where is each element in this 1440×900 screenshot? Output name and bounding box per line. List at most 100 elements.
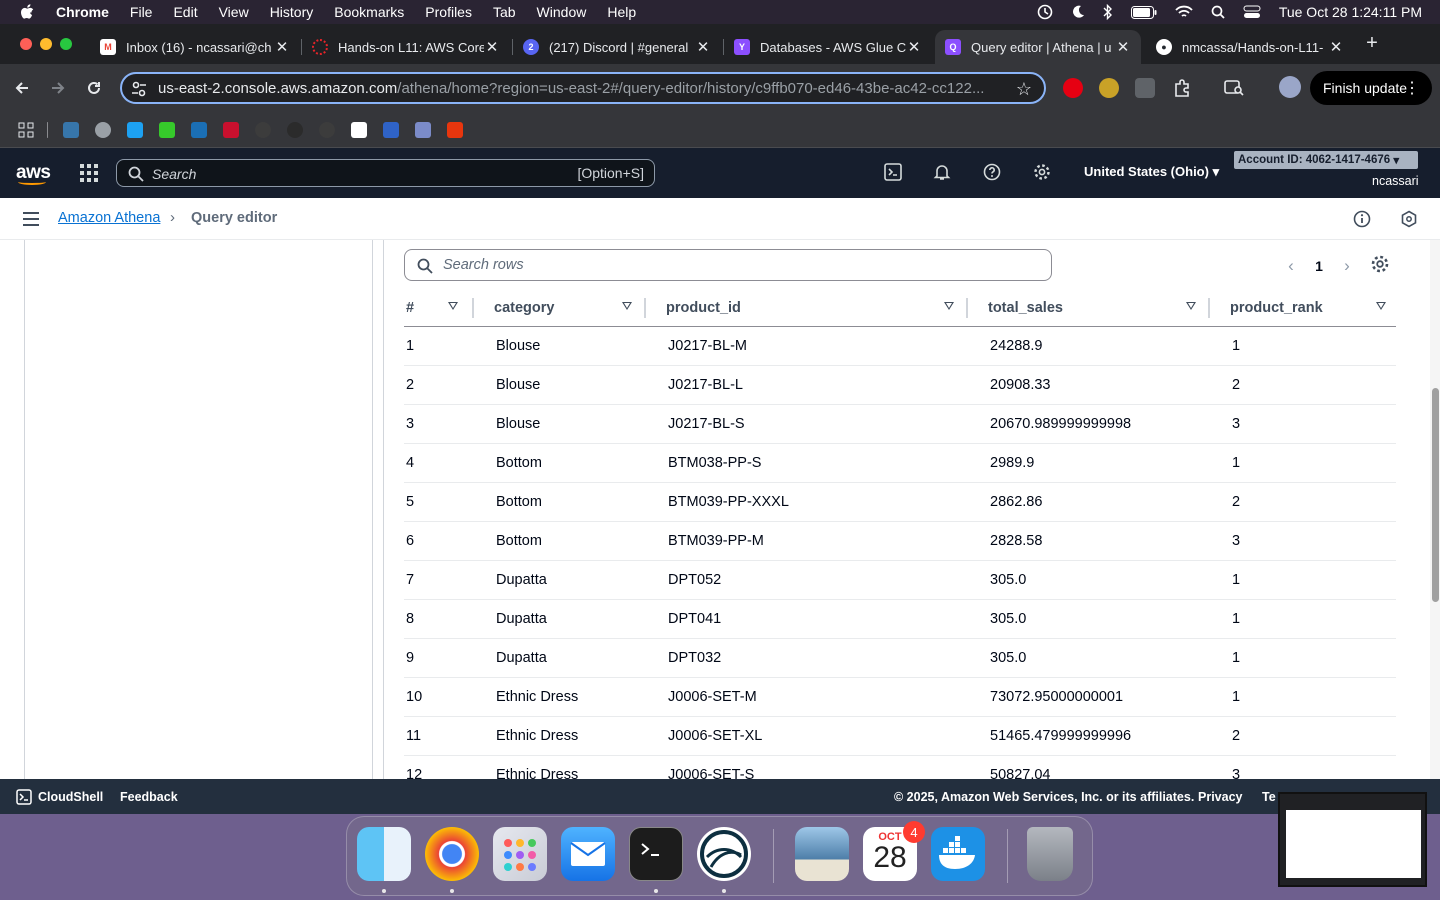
zoom-window-button[interactable] [60, 38, 72, 50]
apple-icon[interactable] [20, 4, 38, 20]
focus-moon-icon[interactable] [1071, 5, 1085, 19]
account-id-badge[interactable]: Account ID: 4062-1417-4676 ▾ [1234, 151, 1418, 169]
table-row[interactable]: 2 Blouse J0217-BL-L 20908.33 2 [404, 365, 1396, 405]
screenshot-thumbnail[interactable] [1278, 792, 1427, 887]
bookmark-python-icon[interactable] [63, 122, 79, 138]
services-grid-icon[interactable] [80, 164, 98, 182]
docker-icon[interactable] [931, 827, 985, 881]
profile-avatar[interactable] [1279, 76, 1301, 98]
new-tab-icon[interactable]: + [1362, 32, 1382, 55]
site-settings-icon[interactable] [131, 81, 147, 102]
sort-caret-icon[interactable] [1376, 302, 1386, 310]
terms-link[interactable]: Te [1262, 790, 1276, 804]
wifi-icon[interactable] [1175, 5, 1193, 19]
column-header-total-sales[interactable]: total_sales [968, 290, 1210, 327]
apps-grid-icon[interactable] [18, 122, 34, 138]
username-label[interactable]: ncassari [1372, 174, 1419, 188]
finder-icon[interactable] [357, 827, 411, 881]
circle-app-icon[interactable] [697, 827, 751, 881]
cloudshell-button[interactable]: CloudShell [16, 789, 103, 805]
menu-history[interactable]: History [270, 4, 314, 20]
menu-profiles[interactable]: Profiles [425, 4, 472, 20]
table-row[interactable]: 4 Bottom BTM038-PP-S 2989.9 1 [404, 443, 1396, 483]
table-row[interactable]: 11 Ethnic Dress J0006-SET-XL 51465.47999999… [404, 716, 1396, 756]
column-header-product-rank[interactable]: product_rank [1210, 290, 1396, 327]
trash-icon[interactable] [1027, 827, 1073, 881]
tab-athena[interactable]: Q Query editor | Athena | u ✕ [935, 30, 1141, 64]
previous-page-icon[interactable]: ‹ [1277, 256, 1305, 276]
breadcrumb-amazon-athena[interactable]: Amazon Athena [58, 210, 160, 226]
close-icon[interactable]: ✕ [1115, 38, 1131, 56]
tab-discord[interactable]: 2 (217) Discord | #general ✕ [513, 30, 721, 64]
calendar-icon[interactable]: OCT 28 4 [863, 821, 925, 881]
forward-arrow-icon[interactable] [46, 76, 70, 100]
chrome-icon[interactable] [425, 827, 479, 881]
reload-icon[interactable] [82, 76, 106, 100]
menu-app-name[interactable]: Chrome [56, 4, 109, 20]
menu-help[interactable]: Help [607, 4, 636, 20]
help-icon[interactable] [982, 162, 1002, 182]
menu-edit[interactable]: Edit [173, 4, 197, 20]
close-icon[interactable]: ✕ [1328, 38, 1344, 56]
bluetooth-icon[interactable] [1103, 4, 1113, 20]
close-icon[interactable]: ✕ [484, 38, 500, 56]
close-icon[interactable]: ✕ [906, 38, 922, 56]
bookmark-sa-icon[interactable] [383, 122, 399, 138]
table-row[interactable]: 12 Ethnic Dress J0006-SET-S 50827.04 3 [404, 755, 1396, 779]
menu-clock[interactable]: Tue Oct 28 1:24:11 PM [1279, 4, 1422, 20]
search-rows-field[interactable] [404, 249, 1052, 281]
column-header-product-id[interactable]: product_id [646, 290, 968, 327]
bookmark-github-2-icon[interactable] [319, 122, 335, 138]
privacy-link[interactable]: Privacy [1198, 790, 1242, 804]
tab-canvas[interactable]: Hands-on L11: AWS Core ✕ [302, 30, 510, 64]
feedback-link[interactable]: Feedback [120, 790, 178, 804]
menu-bookmarks[interactable]: Bookmarks [334, 4, 404, 20]
extension-adblock-icon[interactable] [1063, 78, 1083, 98]
notifications-bell-icon[interactable] [932, 162, 952, 182]
menu-view[interactable]: View [219, 4, 249, 20]
extension-function-icon[interactable] [1135, 78, 1155, 98]
column-header-index[interactable]: # [404, 290, 474, 327]
battery-icon[interactable] [1130, 5, 1157, 19]
extensions-puzzle-icon[interactable] [1170, 76, 1194, 100]
tab-search-icon[interactable] [1222, 76, 1246, 100]
search-rows-input[interactable] [441, 254, 1041, 276]
menu-window[interactable]: Window [537, 4, 587, 20]
settings-gear-icon[interactable] [1032, 162, 1052, 182]
screen-time-icon[interactable] [1037, 4, 1053, 20]
bookmark-tv-icon[interactable] [159, 122, 175, 138]
close-window-button[interactable] [20, 38, 32, 50]
sort-caret-icon[interactable] [944, 302, 954, 310]
cloudshell-icon[interactable] [883, 162, 903, 182]
preview-icon[interactable] [795, 827, 849, 881]
bookmark-blank-icon[interactable] [287, 122, 303, 138]
close-icon[interactable]: ✕ [695, 38, 711, 56]
table-row[interactable]: 8 Dupatta DPT041 305.0 1 [404, 599, 1396, 639]
spotlight-icon[interactable] [1211, 5, 1225, 19]
minimize-window-button[interactable] [40, 38, 52, 50]
menu-tab[interactable]: Tab [493, 4, 516, 20]
table-row[interactable]: 7 Dupatta DPT052 305.0 1 [404, 560, 1396, 600]
sort-caret-icon[interactable] [1186, 302, 1196, 310]
mail-icon[interactable] [561, 827, 615, 881]
bookmark-pin-icon[interactable] [95, 122, 111, 138]
finish-update-button[interactable]: Finish update ⋮ [1310, 71, 1432, 105]
bookmark-shield-icon[interactable] [223, 122, 239, 138]
terminal-icon[interactable] [629, 827, 683, 881]
menu-hamburger-icon[interactable] [23, 212, 39, 230]
extension-colorful-icon[interactable] [1099, 78, 1119, 98]
table-row[interactable]: 1 Blouse J0217-BL-M 24288.9 1 [404, 326, 1396, 366]
column-header-category[interactable]: category [474, 290, 646, 327]
info-icon[interactable] [1353, 210, 1371, 233]
table-row[interactable]: 9 Dupatta DPT032 305.0 1 [404, 638, 1396, 678]
bookmark-bird-icon[interactable] [127, 122, 143, 138]
table-row[interactable]: 6 Bottom BTM039-PP-M 2828.58 3 [404, 521, 1396, 561]
table-row[interactable]: 10 Ethnic Dress J0006-SET-M 73072.950000000… [404, 677, 1396, 717]
tab-glue[interactable]: Y Databases - AWS Glue C ✕ [724, 30, 932, 64]
aws-search-input[interactable]: Search [Option+S] [116, 159, 655, 187]
feedback-hex-icon[interactable] [1400, 210, 1418, 233]
bookmark-github-icon[interactable] [255, 122, 271, 138]
bookmark-orange-icon[interactable] [447, 122, 463, 138]
bookmark-purple-icon[interactable] [415, 122, 431, 138]
tab-gmail[interactable]: M Inbox (16) - ncassari@ch ✕ [90, 30, 300, 64]
